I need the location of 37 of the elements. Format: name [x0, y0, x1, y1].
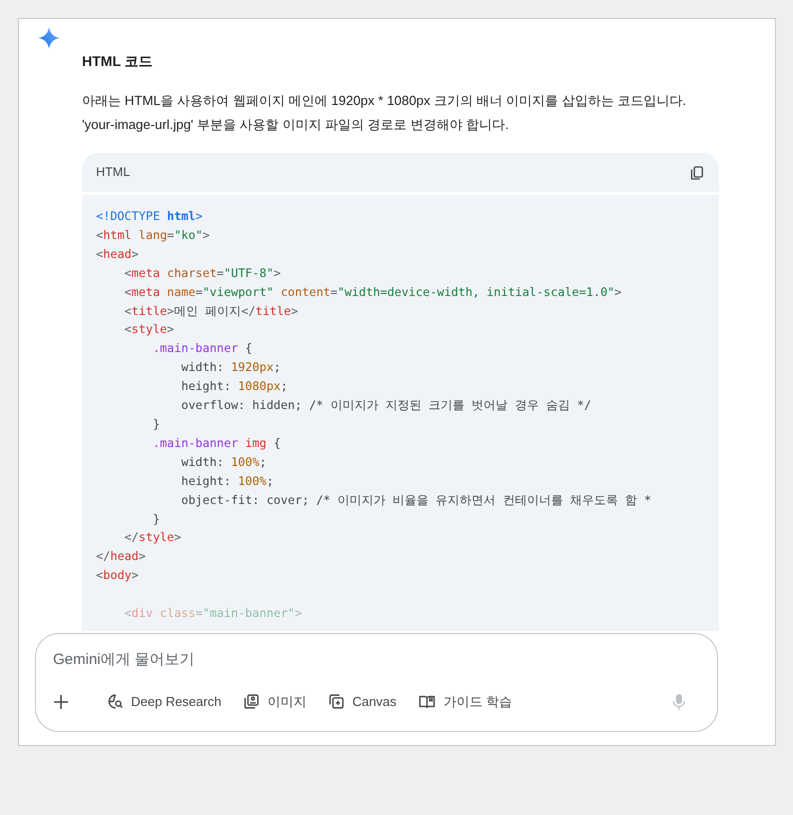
code-line: <title>메인 페이지</title> — [123, 302, 300, 320]
code-line: <body> — [96, 567, 140, 584]
code-line: <html lang="ko"> — [96, 226, 211, 244]
code-line: overflow: hidden; /* 이미지가 지정된 크기를 벗어날 경우 숨김 */ — [180, 397, 592, 414]
sparkle-icon — [38, 27, 60, 49]
code-line: <meta charset="UTF-8"> — [123, 264, 282, 282]
book-icon — [418, 693, 436, 710]
response-heading: HTML 코드 — [82, 52, 154, 71]
code-line: width: 1920px; — [180, 359, 282, 376]
code-line: .main-banner { — [152, 340, 254, 358]
response-text: 'your-image-url.jpg' 부분을 사용할 이미지 파일의 경로로 변경해야 합니다. — [82, 116, 510, 134]
image-icon — [243, 693, 260, 710]
code-line: <div class="main-banner"> — [123, 605, 304, 622]
code-line: height: 1080px; — [180, 378, 289, 396]
prompt-input[interactable]: Gemini에게 물어보기 — [53, 649, 701, 672]
tool-button[interactable]: 가이드 학습 — [418, 692, 512, 712]
code-line: <meta name="viewport" content="width=device-width, initial-scale=1.0"> — [123, 284, 623, 301]
code-line: object-fit: cover; /* 이미지가 비율을 유지하면서 컨테이너를 채우도록 함 * — [180, 492, 652, 509]
canvas-icon — [328, 693, 346, 710]
code-line: <style> — [123, 321, 176, 338]
code-line: width: 100%; — [180, 454, 268, 471]
code-line: <head> — [96, 246, 140, 263]
tool-button[interactable]: 이미지 — [243, 692, 306, 712]
code-line: </head> — [96, 548, 147, 566]
response-text: 아래는 HTML을 사용하여 웹페이지 메인에 1920px * 1080px 크기의 배너 이미지를 삽입하는 코드입니다. — [82, 92, 688, 110]
globe-search-icon — [107, 693, 124, 710]
copy-icon[interactable] — [689, 164, 705, 180]
tool-button[interactable]: Canvas — [328, 692, 396, 712]
code-line: </style> — [123, 529, 182, 546]
code-line: } — [152, 416, 161, 433]
tool-button[interactable]: Deep Research — [107, 692, 222, 712]
code-line: <!DOCTYPE html> — [96, 208, 204, 225]
add-icon[interactable] — [53, 694, 69, 710]
code-line: height: 100%; — [180, 472, 275, 490]
code-line: } — [152, 510, 161, 528]
code-line: .main-banner img { — [152, 434, 282, 452]
code-language-label: HTML — [96, 164, 130, 182]
